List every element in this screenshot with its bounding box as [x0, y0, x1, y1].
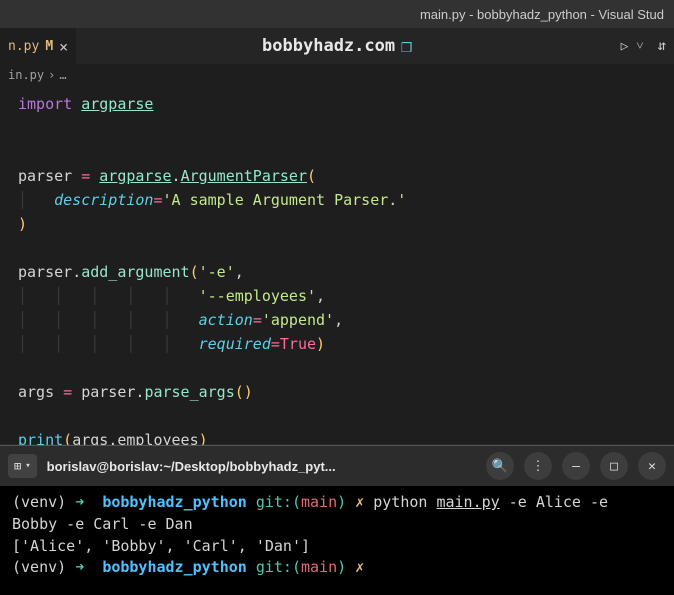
run-icon[interactable]: ▷ ˅: [621, 38, 644, 54]
paren: (: [307, 167, 316, 185]
dot: .: [172, 167, 181, 185]
breadcrumb-separator: ›: [48, 68, 55, 82]
param-required: required: [199, 335, 271, 353]
cmd-arg: -e: [509, 493, 527, 511]
window-titlebar: main.py - bobbyhadz_python - Visual Stud: [0, 0, 674, 28]
git-paren: ): [337, 493, 346, 511]
terminal-title: borislav@borislav:~/Desktop/bobbyhadz_py…: [47, 459, 476, 474]
cube-icon: ❒: [401, 36, 412, 57]
dot: .: [72, 263, 81, 281]
parens: (): [235, 383, 253, 401]
git-paren: ): [337, 558, 346, 576]
op-eq: =: [253, 311, 262, 329]
terminal-content[interactable]: (venv) ➜ bobbyhadz_python git:(main) ✗ p…: [0, 486, 674, 585]
breadcrumb-ellipsis[interactable]: …: [59, 68, 66, 82]
op-eq: =: [153, 191, 162, 209]
menu-button[interactable]: ⋮: [524, 452, 552, 480]
param-action: action: [199, 311, 253, 329]
string-literal: '--employees': [199, 287, 316, 305]
chevron-down-icon: ▾: [25, 461, 30, 471]
paren-close: ): [316, 335, 325, 353]
git-branch: main: [301, 558, 337, 576]
close-button[interactable]: ✕: [638, 452, 666, 480]
terminal-titlebar: ⊞ ▾ borislav@borislav:~/Desktop/bobbyhad…: [0, 446, 674, 486]
method-parse-args: parse_args: [144, 383, 234, 401]
maximize-icon: □: [610, 459, 618, 474]
tab-filename: n.py: [8, 39, 39, 54]
var-args: args: [18, 383, 54, 401]
dirty-icon: ✗: [355, 558, 364, 576]
tab-bar: n.py M × bobbyhadz.com ❒ ▷ ˅ ⇵: [0, 28, 674, 64]
breadcrumb[interactable]: in.py › …: [0, 64, 674, 86]
paren: (: [190, 263, 199, 281]
close-icon[interactable]: ×: [59, 38, 68, 56]
venv-label: (venv): [12, 493, 66, 511]
op-eq: =: [81, 167, 90, 185]
param-description: description: [54, 191, 153, 209]
terminal-panel: ⊞ ▾ borislav@borislav:~/Desktop/bobbyhad…: [0, 445, 674, 595]
menu-icon: ⋮: [532, 459, 545, 474]
var-parser: parser: [18, 167, 72, 185]
keyword-import: import: [18, 95, 72, 113]
venv-label: (venv): [12, 558, 66, 576]
var-parser: parser: [18, 263, 72, 281]
minimize-icon: —: [572, 459, 580, 474]
git-label: git:: [256, 558, 292, 576]
git-label: git:: [256, 493, 292, 511]
new-tab-button[interactable]: ⊞ ▾: [8, 454, 37, 478]
paren-close: ): [18, 215, 27, 233]
code-editor[interactable]: import argparse parser = argparse.Argume…: [0, 86, 674, 444]
module-ref: argparse: [99, 167, 171, 185]
window-title: main.py - bobbyhadz_python - Visual Stud: [420, 7, 664, 22]
string-literal: 'A sample Argument Parser.': [163, 191, 407, 209]
close-icon: ✕: [648, 459, 656, 474]
op-eq: =: [63, 383, 72, 401]
prompt-dir: bobbyhadz_python: [102, 493, 247, 511]
string-literal: '-e': [199, 263, 235, 281]
editor-tab[interactable]: n.py M ×: [0, 28, 76, 64]
tab-modified-indicator: M: [45, 39, 53, 54]
const-true: True: [280, 335, 316, 353]
comma: ,: [334, 311, 343, 329]
compare-icon[interactable]: ⇵: [658, 38, 666, 54]
prompt-arrow: ➜: [75, 558, 84, 576]
site-label: bobbyhadz.com ❒: [262, 36, 412, 57]
editor-actions: ▷ ˅ ⇵: [621, 38, 666, 54]
search-icon: 🔍: [492, 459, 508, 474]
dirty-icon: ✗: [355, 493, 364, 511]
comma: ,: [316, 287, 325, 305]
module-argparse: argparse: [81, 95, 153, 113]
site-text: bobbyhadz.com: [262, 36, 395, 56]
prompt-dir: bobbyhadz_python: [102, 558, 247, 576]
cmd-python: python: [373, 493, 427, 511]
breadcrumb-file[interactable]: in.py: [8, 68, 44, 82]
comma: ,: [235, 263, 244, 281]
terminal-output: ['Alice', 'Bobby', 'Carl', 'Dan']: [12, 537, 310, 555]
git-paren: (: [292, 493, 301, 511]
git-branch: main: [301, 493, 337, 511]
class-argumentparser: ArgumentParser: [181, 167, 307, 185]
op-eq: =: [271, 335, 280, 353]
string-literal: 'append': [262, 311, 334, 329]
search-button[interactable]: 🔍: [486, 452, 514, 480]
cmd-file: main.py: [436, 493, 499, 511]
git-paren: (: [292, 558, 301, 576]
maximize-button[interactable]: □: [600, 452, 628, 480]
minimize-button[interactable]: —: [562, 452, 590, 480]
prompt-arrow: ➜: [75, 493, 84, 511]
method-add-argument: add_argument: [81, 263, 189, 281]
new-tab-icon: ⊞: [14, 459, 21, 473]
var-parser: parser: [81, 383, 135, 401]
